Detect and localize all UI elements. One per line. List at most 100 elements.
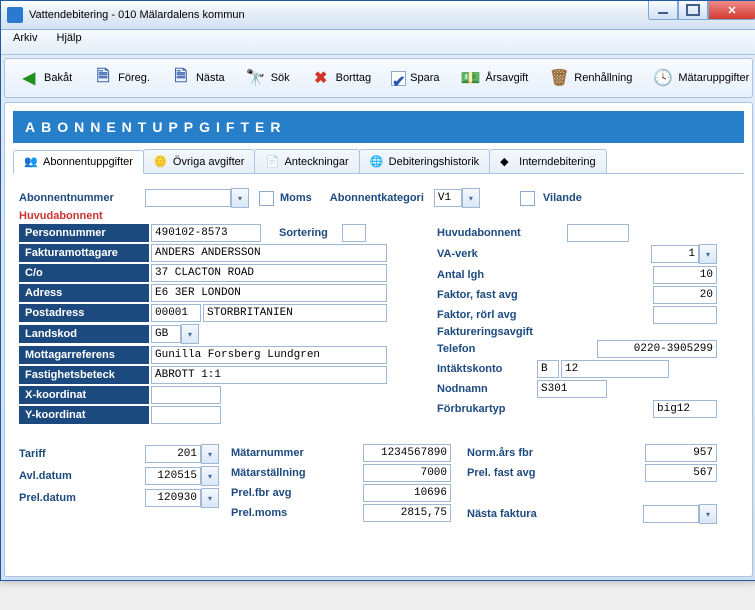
tab-debhist[interactable]: 🌐Debiteringshistorik — [359, 149, 490, 173]
faktureringsavgift-label: Faktureringsavgift — [437, 326, 587, 338]
tariff-dropdown[interactable]: ▾ — [201, 444, 219, 464]
next-button[interactable]: 🗎Nästa — [161, 63, 234, 93]
antallgh-field[interactable] — [653, 266, 717, 284]
ykoord-label: Y-koordinat — [19, 406, 149, 424]
arsavgift-button[interactable]: 💵Årsavgift — [450, 63, 537, 93]
huvudabonnent-field[interactable] — [567, 224, 629, 242]
faktor-fast-label: Faktor, fast avg — [437, 289, 567, 301]
postnr-field[interactable] — [151, 304, 201, 322]
normars-field[interactable] — [645, 444, 717, 462]
matarnummer-field[interactable] — [363, 444, 451, 462]
intaktskonto-field[interactable] — [561, 360, 669, 378]
normars-label: Norm.års fbr — [467, 447, 577, 459]
tab-bar: 👥Abonnentuppgifter 🪙Övriga avgifter 📄Ant… — [13, 149, 744, 174]
abonkat-field[interactable] — [434, 189, 462, 207]
antallgh-label: Antal lgh — [437, 269, 567, 281]
vaverk-dropdown[interactable]: ▾ — [699, 244, 717, 264]
prelfbr-field[interactable] — [363, 484, 451, 502]
toolbar: ◀Bakåt 🗎Föreg. 🗎Nästa 🔭Sök ✖Borttag ✔Spa… — [4, 58, 753, 98]
landskod-field[interactable] — [151, 325, 181, 343]
back-button[interactable]: ◀Bakåt — [9, 63, 81, 93]
mottagarreferens-label: Mottagarreferens — [19, 346, 149, 364]
menu-hjalp[interactable]: Hjälp — [49, 30, 90, 46]
nastafaktura-dropdown[interactable]: ▾ — [699, 504, 717, 524]
tariff-label: Tariff — [19, 448, 99, 460]
tab-anteckningar[interactable]: 📄Anteckningar — [254, 149, 359, 173]
postadress-label: Postadress — [19, 304, 149, 322]
fakturamottagare-field[interactable] — [151, 244, 387, 262]
save-button[interactable]: ✔Spara — [382, 67, 448, 90]
fastighet-label: Fastighetsbeteck — [19, 366, 149, 384]
intaktskonto-b-field[interactable] — [537, 360, 559, 378]
maximize-button[interactable] — [678, 1, 708, 20]
search-button[interactable]: 🔭Sök — [236, 63, 299, 93]
forbrukartyp-label: Förbrukartyp — [437, 403, 567, 415]
faktor-fast-field[interactable] — [653, 286, 717, 304]
note-icon: 📄 — [265, 155, 279, 169]
menu-arkiv[interactable]: Arkiv — [5, 30, 45, 46]
back-icon: ◀ — [18, 67, 40, 89]
nastafaktura-field[interactable] — [643, 505, 699, 523]
prev-button[interactable]: 🗎Föreg. — [83, 63, 159, 93]
prelmoms-label: Prel.moms — [231, 507, 331, 519]
app-window: Vattendebitering - 010 Mälardalens kommu… — [0, 0, 755, 581]
forbrukartyp-field[interactable] — [653, 400, 717, 418]
faktor-rorl-field[interactable] — [653, 306, 717, 324]
tariff-field[interactable] — [145, 445, 201, 463]
tab-abonnent[interactable]: 👥Abonnentuppgifter — [13, 150, 144, 174]
minimize-button[interactable] — [648, 1, 678, 20]
preldatum-field[interactable] — [145, 489, 201, 507]
prelmoms-field[interactable] — [363, 504, 451, 522]
abonnentnummer-label: Abonnentnummer — [19, 192, 145, 204]
tab-ovriga[interactable]: 🪙Övriga avgifter — [143, 149, 256, 173]
xkoord-field[interactable] — [151, 386, 221, 404]
landskod-dropdown[interactable]: ▾ — [181, 324, 199, 344]
abonnentnummer-dropdown[interactable]: ▾ — [231, 188, 249, 208]
intaktskonto-label: Intäktskonto — [437, 363, 537, 375]
vilande-label: Vilande — [543, 192, 582, 204]
postort-field[interactable] — [203, 304, 387, 322]
nodnamn-field[interactable] — [537, 380, 607, 398]
matarnummer-label: Mätarnummer — [231, 447, 331, 459]
co-field[interactable] — [151, 264, 387, 282]
close-button[interactable] — [708, 1, 755, 20]
prelfbr-label: Prel.fbr avg — [231, 487, 331, 499]
abonnentnummer-field[interactable] — [145, 189, 231, 207]
nastafaktura-label: Nästa faktura — [467, 508, 577, 520]
form: Abonnentnummer ▾ Moms Abonnentkategori ▾… — [13, 174, 744, 564]
avldatum-dropdown[interactable]: ▾ — [201, 466, 219, 486]
moms-label: Moms — [280, 192, 312, 204]
coins-icon: 🪙 — [154, 155, 168, 169]
tab-intern[interactable]: ◆Interndebitering — [489, 149, 606, 173]
fastighet-field[interactable] — [151, 366, 387, 384]
avldatum-label: Avl.datum — [19, 470, 99, 482]
prelfast-field[interactable] — [645, 464, 717, 482]
telefon-field[interactable] — [597, 340, 717, 358]
preldatum-dropdown[interactable]: ▾ — [201, 488, 219, 508]
telefon-label: Telefon — [437, 343, 537, 355]
vilande-checkbox[interactable] — [520, 191, 535, 206]
delete-icon: ✖ — [310, 67, 332, 89]
personnummer-field[interactable] — [151, 224, 261, 242]
adress-field[interactable] — [151, 284, 387, 302]
fakturamottagare-label: Fakturamottagare — [19, 244, 149, 262]
next-icon: 🗎 — [170, 67, 192, 89]
vaverk-label: VA-verk — [437, 248, 567, 260]
co-label: C/o — [19, 264, 149, 282]
xkoord-label: X-koordinat — [19, 386, 149, 404]
moms-checkbox[interactable] — [259, 191, 274, 206]
vaverk-field[interactable] — [651, 245, 699, 263]
landskod-label: Landskod — [19, 325, 149, 343]
matarstallning-field[interactable] — [363, 464, 451, 482]
delete-button[interactable]: ✖Borttag — [301, 63, 380, 93]
avldatum-field[interactable] — [145, 467, 201, 485]
ykoord-field[interactable] — [151, 406, 221, 424]
cash-icon: 💵 — [459, 67, 481, 89]
mottagarreferens-field[interactable] — [151, 346, 387, 364]
trash-icon: 🗑 — [548, 67, 570, 89]
sortering-field[interactable] — [342, 224, 366, 242]
matarupp-button[interactable]: 🕓Mätaruppgifter — [643, 63, 755, 93]
renhallning-button[interactable]: 🗑Renhållning — [539, 63, 641, 93]
sortering-label: Sortering — [279, 227, 328, 239]
abonkat-dropdown[interactable]: ▾ — [462, 188, 480, 208]
